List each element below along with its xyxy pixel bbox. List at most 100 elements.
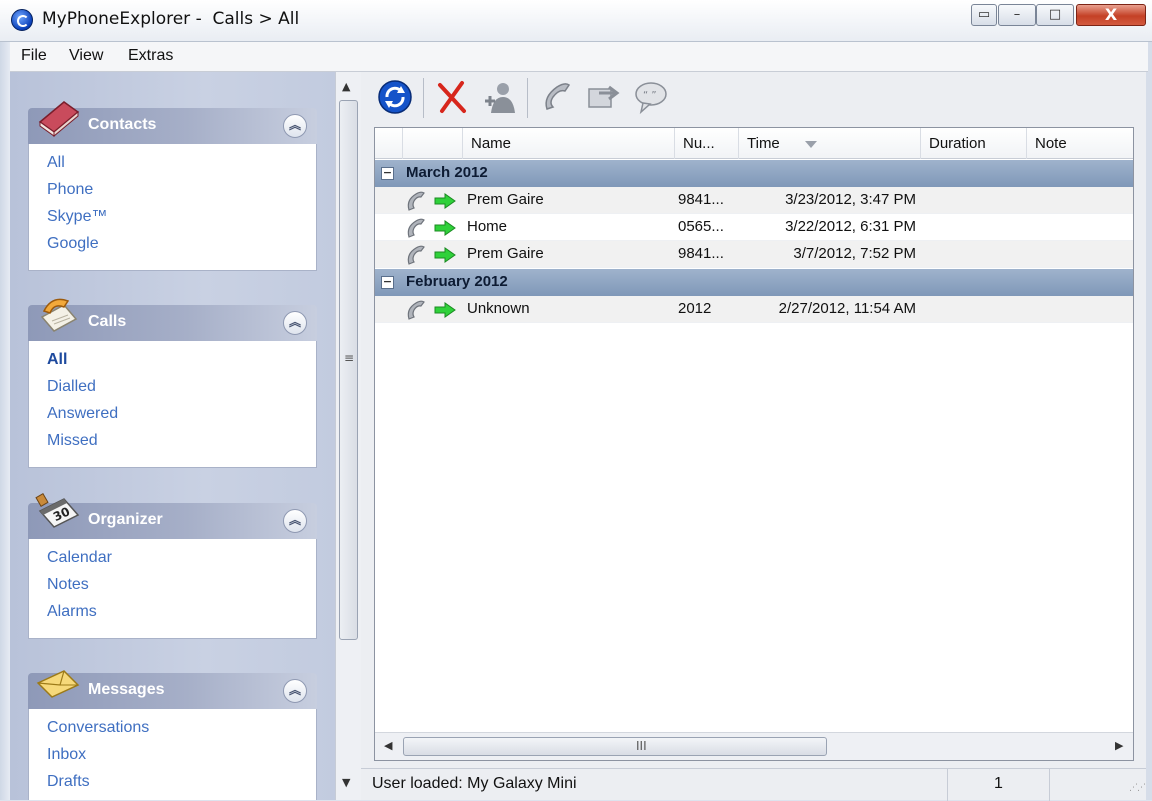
cell-number: 2012 (678, 300, 712, 317)
phone-icon[interactable] (539, 79, 575, 115)
scroll-left-icon[interactable]: ◀ (384, 739, 392, 752)
minimize-button[interactable]: – (998, 4, 1036, 26)
contacts-panel: Contacts ︽ All Phone Skype™ Google (28, 101, 317, 271)
sidebar-item-drafts[interactable]: Drafts (47, 773, 90, 791)
outgoing-arrow-icon (434, 247, 456, 263)
column-header-note[interactable]: Note (1027, 128, 1133, 159)
phone-icon (407, 300, 425, 320)
svg-text:“ ”: “ ” (643, 90, 657, 101)
organizer-panel-title: Organizer (88, 511, 163, 528)
horizontal-scroll-thumb[interactable]: III (403, 737, 827, 756)
sidebar-item-inbox[interactable]: Inbox (47, 746, 86, 764)
column-header-type[interactable] (403, 128, 463, 159)
outgoing-arrow-icon (434, 193, 456, 209)
table-row[interactable]: Unknown 2012 2/27/2012, 11:54 AM (375, 296, 1133, 323)
scroll-down-icon[interactable]: ▼ (342, 776, 350, 789)
collapse-group-icon[interactable]: − (381, 167, 394, 180)
calls-panel-title: Calls (88, 313, 127, 330)
maximize-icon: □ (1048, 7, 1062, 22)
sidebar-item-calls-answered[interactable]: Answered (47, 405, 118, 423)
column-header-time-label: Time (747, 135, 780, 152)
minimize-icon: – (1013, 7, 1021, 22)
restore-small-button[interactable]: ▭ (971, 4, 997, 26)
main-area: “ ” Name Nu... Time Duration Note − Marc… (361, 72, 1146, 801)
collapse-icon[interactable]: ︽ (283, 679, 307, 703)
column-header-icon[interactable] (375, 128, 403, 159)
outgoing-arrow-icon (434, 302, 456, 318)
group-label: February 2012 (406, 273, 508, 290)
column-header-name[interactable]: Name (463, 128, 675, 159)
calls-phone-icon (40, 298, 78, 332)
column-header-row: Name Nu... Time Duration Note (375, 128, 1133, 159)
collapse-icon[interactable]: ︽ (283, 114, 307, 138)
speech-bubble-icon[interactable]: “ ” (633, 79, 669, 115)
scroll-up-icon[interactable]: ▲ (342, 80, 350, 93)
contacts-panel-body: All Phone Skype™ Google (28, 144, 317, 271)
table-row[interactable]: Prem Gaire 9841... 3/7/2012, 7:52 PM (375, 241, 1133, 268)
status-count: 1 (947, 769, 1050, 801)
column-header-number[interactable]: Nu... (675, 128, 739, 159)
sidebar-item-contacts-google[interactable]: Google (47, 235, 99, 253)
menu-extras[interactable]: Extras (128, 47, 173, 65)
collapse-icon[interactable]: ︽ (283, 509, 307, 533)
forward-icon[interactable] (585, 79, 621, 115)
horizontal-scrollbar[interactable]: ◀ III ▶ (375, 732, 1133, 760)
phone-icon (407, 218, 425, 238)
close-icon: X (1104, 5, 1118, 24)
column-header-time[interactable]: Time (739, 128, 921, 159)
delete-icon[interactable] (434, 79, 470, 115)
toolbar-separator (527, 78, 528, 118)
cell-name: Prem Gaire (467, 191, 544, 208)
sidebar-item-conversations[interactable]: Conversations (47, 719, 149, 737)
sidebar-item-contacts-all[interactable]: All (47, 154, 65, 172)
organizer-panel: Organizer ︽ 30 Calendar Notes Alarms (28, 492, 317, 639)
sidebar-scroll-thumb[interactable]: ≡ (339, 100, 358, 640)
close-button[interactable]: X (1076, 4, 1146, 26)
table-row[interactable]: Prem Gaire 9841... 3/23/2012, 3:47 PM (375, 187, 1133, 214)
sidebar-item-contacts-skype[interactable]: Skype™ (47, 208, 107, 226)
calls-panel: Calls ︽ All Dialled Answered Missed (28, 298, 317, 468)
collapse-group-icon[interactable]: − (381, 276, 394, 289)
sidebar-item-notes[interactable]: Notes (47, 576, 89, 594)
maximize-button[interactable]: □ (1036, 4, 1074, 26)
scroll-grip-icon: ≡ (344, 351, 355, 365)
resize-grip-icon[interactable]: ⋰⋰ (1129, 783, 1146, 793)
status-bar: User loaded: My Galaxy Mini 1 ⋰⋰ (361, 768, 1146, 801)
group-header-february-2012[interactable]: − February 2012 (375, 269, 1133, 296)
sidebar-item-calendar[interactable]: Calendar (47, 549, 112, 567)
sort-descending-icon (805, 141, 817, 148)
sidebar-item-calls-missed[interactable]: Missed (47, 432, 98, 450)
sidebar-scrollbar[interactable]: ▲ ≡ ▼ (335, 72, 361, 800)
group-header-march-2012[interactable]: − March 2012 (375, 160, 1133, 187)
sidebar-item-alarms[interactable]: Alarms (47, 603, 97, 621)
sidebar-item-contacts-phone[interactable]: Phone (47, 181, 93, 199)
column-header-duration[interactable]: Duration (921, 128, 1027, 159)
menu-file[interactable]: File (21, 47, 47, 65)
messages-panel: Messages ︽ Conversations Inbox Drafts (28, 670, 317, 800)
contacts-panel-title: Contacts (88, 116, 157, 133)
calls-grid: Name Nu... Time Duration Note − March 20… (374, 127, 1134, 761)
add-contact-icon[interactable] (481, 79, 517, 115)
collapse-icon[interactable]: ︽ (283, 311, 307, 335)
app-logo-icon (11, 9, 33, 31)
outgoing-arrow-icon (434, 220, 456, 236)
sidebar-item-calls-all[interactable]: All (47, 351, 67, 369)
menu-view[interactable]: View (69, 47, 103, 65)
organizer-calendar-icon: 30 (35, 492, 80, 528)
calls-panel-body: All Dialled Answered Missed (28, 341, 317, 468)
menu-bar: File View Extras (10, 42, 1148, 72)
contacts-book-icon (38, 101, 80, 138)
phone-icon (407, 191, 425, 211)
sidebar-item-calls-dialled[interactable]: Dialled (47, 378, 96, 396)
cell-name: Unknown (467, 300, 530, 317)
scroll-right-icon[interactable]: ▶ (1115, 739, 1123, 752)
title-bar[interactable]: MyPhoneExplorer - Calls > All ▭ – □ X (0, 0, 1152, 42)
refresh-icon[interactable] (377, 79, 413, 115)
table-row[interactable]: Home 0565... 3/22/2012, 6:31 PM (375, 214, 1133, 241)
cell-name: Home (467, 218, 508, 235)
window-frame-right (1146, 42, 1152, 800)
cell-time: 3/7/2012, 7:52 PM (793, 245, 916, 262)
status-text: User loaded: My Galaxy Mini (372, 775, 577, 792)
window-frame-left (0, 42, 10, 800)
cell-time: 3/22/2012, 6:31 PM (785, 218, 916, 235)
